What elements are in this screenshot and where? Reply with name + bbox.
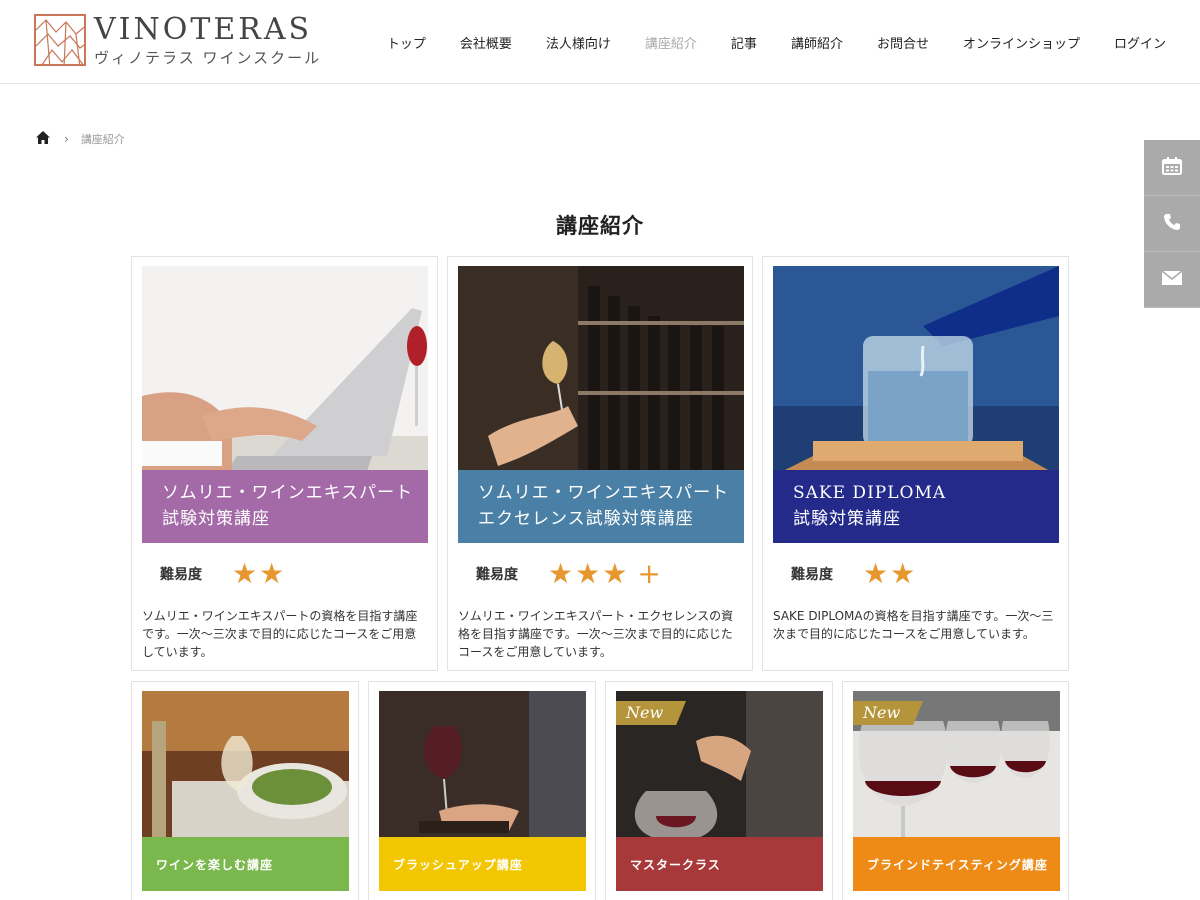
- main-nav: トップ 会社概要 法人様向け 講座紹介 記事 講師紹介 お問合せ オンラインショ…: [353, 0, 1166, 84]
- new-badge: New: [853, 701, 923, 725]
- nav-company[interactable]: 会社概要: [460, 33, 512, 52]
- course-description: SAKE DIPLOMAの資格を目指す講座です。一次〜三次まで目的に応じたコース…: [773, 609, 1054, 641]
- nav-online-shop[interactable]: オンラインショップ: [963, 33, 1080, 52]
- course-label: ブラッシュアップ講座: [393, 858, 523, 872]
- chevron-right-icon: ›: [64, 132, 69, 146]
- course-description: ソムリエ・ワインエキスパート・エクセレンスの資格を目指す講座です。一次〜三次まで…: [458, 609, 734, 659]
- course-image: SAKE DIPLOMA 試験対策講座: [773, 266, 1059, 543]
- nav-articles[interactable]: 記事: [731, 33, 757, 52]
- difficulty-stars: ★★: [863, 557, 918, 590]
- new-badge: New: [616, 701, 686, 725]
- breadcrumb-current: 講座紹介: [80, 133, 125, 146]
- nav-instructors[interactable]: 講師紹介: [791, 33, 843, 52]
- mail-tab[interactable]: [1144, 252, 1200, 308]
- course-card-excellence[interactable]: ソムリエ・ワインエキスパート エクセレンス試験対策講座 難易度 ★★★ + ソム…: [447, 256, 753, 671]
- course-card-enjoy-wine[interactable]: ワインを楽しむ講座: [131, 681, 359, 900]
- mail-icon: [1161, 270, 1183, 289]
- difficulty-stars: ★★★: [548, 557, 630, 590]
- course-card-blind-tasting[interactable]: New ブラインドテイスティング講座: [842, 681, 1069, 900]
- course-label: ワインを楽しむ講座: [156, 858, 274, 872]
- course-card-brushup[interactable]: ブラッシュアップ講座: [368, 681, 596, 900]
- difficulty-stars: ★★: [232, 557, 287, 590]
- course-card-sake[interactable]: SAKE DIPLOMA 試験対策講座 難易度 ★★ SAKE DIPLOMAの…: [762, 256, 1069, 671]
- nav-corporate[interactable]: 法人様向け: [546, 33, 611, 52]
- course-banner: ブラインドテイスティング講座: [853, 837, 1060, 891]
- course-image: New マスタークラス: [616, 691, 823, 891]
- calendar-icon: [1162, 156, 1182, 179]
- difficulty-label: 難易度: [476, 567, 518, 583]
- course-label: マスタークラス: [630, 858, 721, 872]
- banner-line1: SAKE DIPLOMA: [793, 483, 947, 503]
- difficulty: 難易度 ★★: [791, 559, 917, 589]
- logo-mark-icon: [34, 14, 86, 66]
- course-banner: ワインを楽しむ講座: [142, 837, 349, 891]
- site-logo[interactable]: VINOTERAS ヴィノテラス ワインスクール: [34, 14, 321, 68]
- course-image: ワインを楽しむ講座: [142, 691, 349, 891]
- difficulty-plus: +: [637, 557, 663, 590]
- nav-contact[interactable]: お問合せ: [877, 33, 929, 52]
- banner-line2: エクセレンス試験対策講座: [478, 509, 694, 529]
- course-banner: ブラッシュアップ講座: [379, 837, 586, 891]
- nav-login[interactable]: ログイン: [1114, 33, 1166, 52]
- banner-line1: ソムリエ・ワインエキスパート: [162, 483, 414, 503]
- difficulty: 難易度 ★★: [160, 559, 286, 589]
- banner-line1: ソムリエ・ワインエキスパート: [478, 483, 730, 503]
- course-description: ソムリエ・ワインエキスパートの資格を目指す講座です。一次〜三次まで目的に応じたコ…: [142, 609, 418, 659]
- logo-subtitle: ヴィノテラス ワインスクール: [94, 49, 322, 67]
- breadcrumb: › 講座紹介: [36, 131, 125, 147]
- course-card-sommelier[interactable]: ソムリエ・ワインエキスパート 試験対策講座 難易度 ★★ ソムリエ・ワインエキス…: [131, 256, 438, 671]
- course-card-masterclass[interactable]: New マスタークラス: [605, 681, 833, 900]
- difficulty-label: 難易度: [160, 567, 202, 583]
- course-image: New ブラインドテイスティング講座: [853, 691, 1060, 891]
- course-banner: ソムリエ・ワインエキスパート エクセレンス試験対策講座: [458, 470, 744, 543]
- course-banner: ソムリエ・ワインエキスパート 試験対策講座: [142, 470, 428, 543]
- home-icon[interactable]: [36, 131, 50, 147]
- logo-title: VINOTERAS: [94, 12, 313, 47]
- site-header: VINOTERAS ヴィノテラス ワインスクール トップ 会社概要 法人様向け …: [0, 0, 1200, 84]
- difficulty-label: 難易度: [791, 567, 833, 583]
- banner-line2: 試験対策講座: [793, 509, 901, 529]
- nav-courses[interactable]: 講座紹介: [645, 33, 697, 52]
- course-banner: マスタークラス: [616, 837, 823, 891]
- difficulty: 難易度 ★★★ +: [476, 559, 663, 589]
- course-label: ブラインドテイスティング講座: [867, 858, 1048, 872]
- course-image: ソムリエ・ワインエキスパート 試験対策講座: [142, 266, 428, 543]
- banner-line2: 試験対策講座: [162, 509, 270, 529]
- page-title: 講座紹介: [556, 214, 644, 238]
- course-image: ブラッシュアップ講座: [379, 691, 586, 891]
- calendar-tab[interactable]: [1144, 140, 1200, 196]
- course-image: ソムリエ・ワインエキスパート エクセレンス試験対策講座: [458, 266, 744, 543]
- nav-top[interactable]: トップ: [387, 33, 426, 52]
- course-banner: SAKE DIPLOMA 試験対策講座: [773, 470, 1059, 543]
